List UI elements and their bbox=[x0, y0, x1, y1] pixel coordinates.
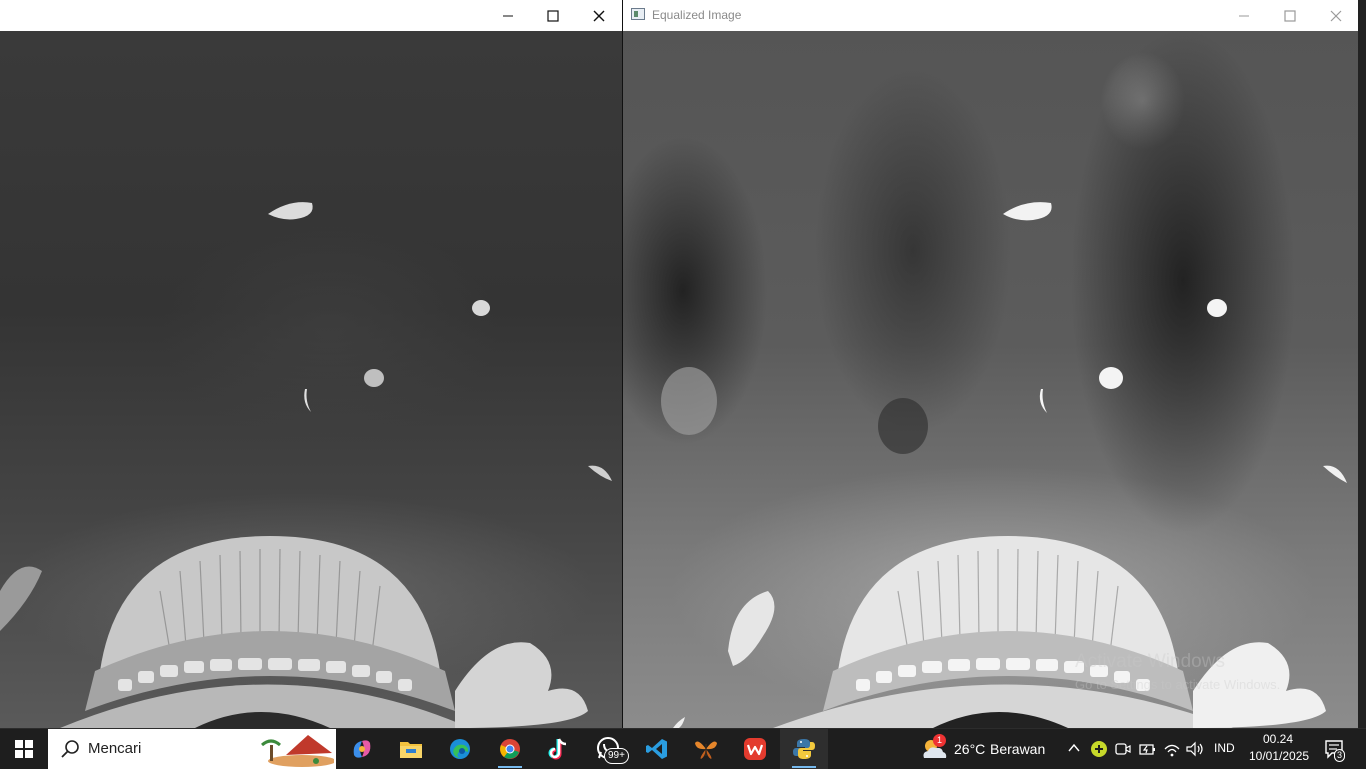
chrome-icon bbox=[500, 739, 520, 759]
maximize-icon bbox=[1284, 9, 1296, 22]
volume-icon[interactable] bbox=[1186, 741, 1204, 757]
taskbar-butterfly-app[interactable] bbox=[682, 729, 730, 769]
taskbar: Mencari 99+ 1 26°C Berawan IND 00.24 10/… bbox=[0, 728, 1366, 769]
taskbar-search-box[interactable]: Mencari bbox=[48, 729, 336, 769]
minimize-icon bbox=[1239, 15, 1249, 16]
window-title: Equalized Image bbox=[652, 8, 742, 22]
weather-temperature[interactable]: 26°C bbox=[954, 741, 985, 757]
maximize-button[interactable] bbox=[530, 0, 576, 31]
start-button[interactable] bbox=[0, 729, 48, 769]
windows-logo-icon bbox=[15, 740, 33, 758]
taskbar-vscode[interactable] bbox=[633, 729, 681, 769]
search-placeholder: Mencari bbox=[88, 740, 142, 757]
copilot-icon bbox=[353, 740, 371, 758]
taskbar-copilot[interactable] bbox=[338, 729, 386, 769]
taskbar-whatsapp[interactable]: 99+ bbox=[584, 729, 632, 769]
close-button[interactable] bbox=[576, 0, 622, 31]
right-window-titlebar[interactable]: Equalized Image bbox=[623, 0, 1359, 32]
original-image-window bbox=[0, 0, 622, 728]
battery-charging-icon[interactable] bbox=[1139, 741, 1157, 757]
folder-icon bbox=[400, 742, 422, 758]
close-icon bbox=[1330, 10, 1342, 21]
clock-time[interactable]: 00.24 bbox=[1263, 732, 1293, 746]
input-language[interactable]: IND bbox=[1214, 741, 1235, 755]
window-app-icon bbox=[631, 8, 645, 20]
wifi-icon[interactable] bbox=[1163, 741, 1181, 757]
taskbar-tiktok[interactable] bbox=[534, 729, 582, 769]
minimize-button[interactable] bbox=[485, 0, 531, 31]
maximize-icon bbox=[547, 9, 559, 22]
whatsapp-unread-badge: 99+ bbox=[604, 748, 629, 764]
background-edge bbox=[1358, 0, 1366, 728]
taskbar-python[interactable] bbox=[780, 729, 828, 769]
minimize-icon bbox=[503, 15, 513, 16]
butterfly-icon bbox=[695, 741, 717, 759]
search-icon bbox=[61, 740, 79, 758]
tiktok-icon bbox=[548, 738, 567, 760]
original-grayscale-image bbox=[0, 31, 622, 728]
show-hidden-icons-chevron-icon[interactable] bbox=[1068, 743, 1080, 753]
equalized-grayscale-image: Activate Windows Go to Settings to activ… bbox=[623, 31, 1359, 728]
search-highlight-illustration bbox=[261, 735, 334, 767]
close-button[interactable] bbox=[1313, 0, 1359, 31]
activation-watermark-subtitle: Go to Settings to activate Windows. bbox=[1075, 677, 1281, 692]
taskbar-edge[interactable] bbox=[436, 729, 484, 769]
vscode-icon bbox=[646, 739, 667, 759]
close-icon bbox=[593, 10, 605, 21]
minimize-button[interactable] bbox=[1221, 0, 1267, 31]
python-icon bbox=[793, 739, 815, 759]
taskbar-chrome[interactable] bbox=[486, 729, 534, 769]
weather-alert-badge: 1 bbox=[933, 734, 947, 747]
image-content bbox=[0, 202, 612, 728]
weather-condition[interactable]: Berawan bbox=[990, 741, 1045, 757]
left-window-titlebar[interactable] bbox=[0, 0, 622, 32]
vpn-shield-icon[interactable] bbox=[1090, 740, 1108, 758]
notification-count-badge: 3 bbox=[1334, 749, 1346, 762]
wps-office-icon bbox=[744, 738, 766, 760]
image-content bbox=[661, 202, 1347, 728]
edge-icon bbox=[450, 739, 470, 759]
activation-watermark-title: Activate Windows bbox=[1075, 651, 1225, 672]
equalized-image-window: Equalized Image Activate Windows Go to S… bbox=[622, 0, 1359, 728]
taskbar-wps-office[interactable] bbox=[731, 729, 779, 769]
camera-icon[interactable] bbox=[1115, 741, 1131, 757]
clock-date[interactable]: 10/01/2025 bbox=[1249, 749, 1309, 763]
maximize-button[interactable] bbox=[1267, 0, 1313, 31]
taskbar-file-explorer[interactable] bbox=[387, 729, 435, 769]
